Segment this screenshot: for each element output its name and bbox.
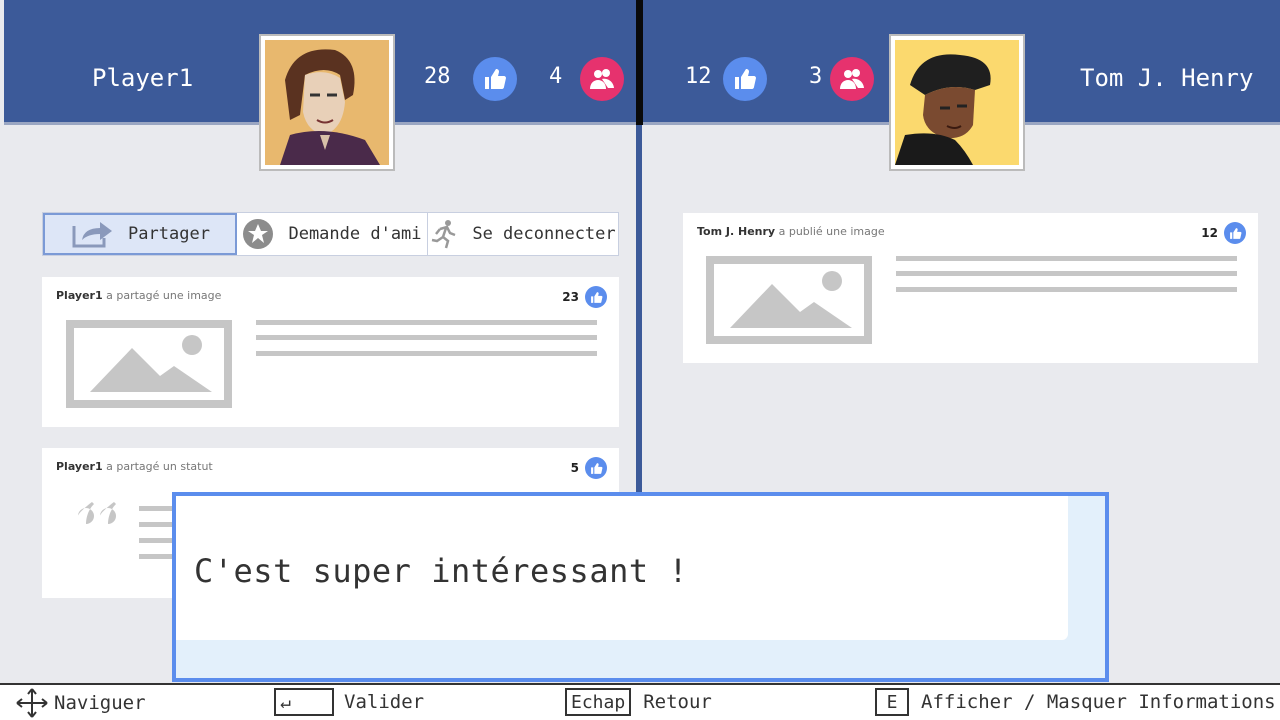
controls-footer: Naviguer ↵ Valider Echap Retour E Affich…	[0, 683, 1280, 720]
post-likes-count: 5	[570, 461, 579, 475]
tab-label-se-deconnecter: Se deconnecter	[472, 224, 616, 244]
arrows-icon	[16, 688, 48, 718]
action-tabs: Partager Demande d'ami Se deconnecter	[42, 212, 619, 256]
text-line	[256, 351, 597, 356]
post-action: a partagé une image	[106, 289, 222, 302]
enter-key-icon: ↵	[274, 688, 334, 716]
post-card[interactable]: Tom J. Henry a publié une image 12	[683, 213, 1258, 363]
footer-validate: ↵ Valider	[274, 688, 424, 716]
running-man-icon	[432, 220, 456, 249]
footer-info-label: Afficher / Masquer Informations	[921, 691, 1276, 713]
column-divider	[636, 125, 642, 495]
post-likes-count: 23	[562, 290, 579, 304]
post-author: Player1	[56, 289, 103, 302]
footer-back-label: Retour	[643, 691, 712, 713]
right-friends-icon	[830, 57, 874, 101]
post-card[interactable]: Player1 a partagé une image 23	[42, 277, 619, 427]
post-likes-count: 12	[1201, 226, 1218, 240]
right-like-icon	[723, 57, 767, 101]
share-icon	[72, 222, 113, 248]
post-likes: 5	[571, 457, 607, 479]
post-action: a partagé un statut	[106, 460, 213, 473]
post-meta: Player1 a partagé un statut	[56, 460, 213, 473]
post-author: Tom J. Henry	[697, 225, 776, 238]
header-divider	[636, 0, 643, 125]
tab-partager[interactable]: Partager	[43, 213, 237, 255]
footer-validate-label: Valider	[344, 691, 425, 713]
post-meta: Player1 a partagé une image	[56, 289, 221, 302]
like-icon[interactable]	[1224, 222, 1246, 244]
right-likes-count: 12	[685, 64, 712, 89]
footer-info: E Afficher / Masquer Informations	[875, 688, 1276, 716]
left-like-icon	[473, 57, 517, 101]
tab-demande-ami[interactable]: Demande d'ami	[237, 213, 428, 255]
text-line	[896, 271, 1237, 276]
like-icon[interactable]	[585, 457, 607, 479]
post-action: a publié une image	[778, 225, 885, 238]
left-friends-icon	[580, 57, 624, 101]
left-player-name: Player1	[92, 64, 194, 92]
post-meta: Tom J. Henry a publié une image	[697, 225, 885, 238]
image-placeholder-icon	[706, 256, 872, 344]
left-likes-count: 28	[424, 64, 451, 89]
footer-navigate: Naviguer	[14, 687, 146, 719]
like-icon[interactable]	[585, 286, 607, 308]
escape-key-icon: Echap	[565, 688, 632, 716]
post-author: Player1	[56, 460, 103, 473]
dialog-text: C'est super intéressant !	[194, 552, 689, 590]
right-avatar	[889, 34, 1025, 171]
left-avatar	[259, 34, 395, 171]
tab-label-partager: Partager	[128, 224, 210, 244]
post-likes: 12	[1201, 222, 1246, 244]
e-key-icon: E	[875, 688, 909, 716]
text-line	[256, 320, 597, 325]
text-line	[256, 335, 597, 340]
image-placeholder-icon	[66, 320, 232, 408]
right-portrait-icon	[895, 54, 991, 165]
footer-back: Echap Retour	[565, 688, 712, 716]
quote-icon	[78, 502, 116, 524]
dialog-box[interactable]: C'est super intéressant !	[172, 492, 1109, 682]
left-friends-count: 4	[549, 64, 563, 89]
tab-se-deconnecter[interactable]: Se deconnecter	[428, 213, 618, 255]
post-likes: 23	[562, 286, 607, 308]
left-portrait-icon	[280, 49, 380, 165]
star-icon	[243, 219, 274, 249]
tab-label-demande-ami: Demande d'ami	[288, 224, 422, 244]
right-friends-count: 3	[809, 64, 823, 89]
text-line	[896, 287, 1237, 292]
footer-navigate-label: Naviguer	[54, 692, 146, 714]
right-player-name: Tom J. Henry	[1080, 64, 1254, 92]
text-line	[896, 256, 1237, 261]
